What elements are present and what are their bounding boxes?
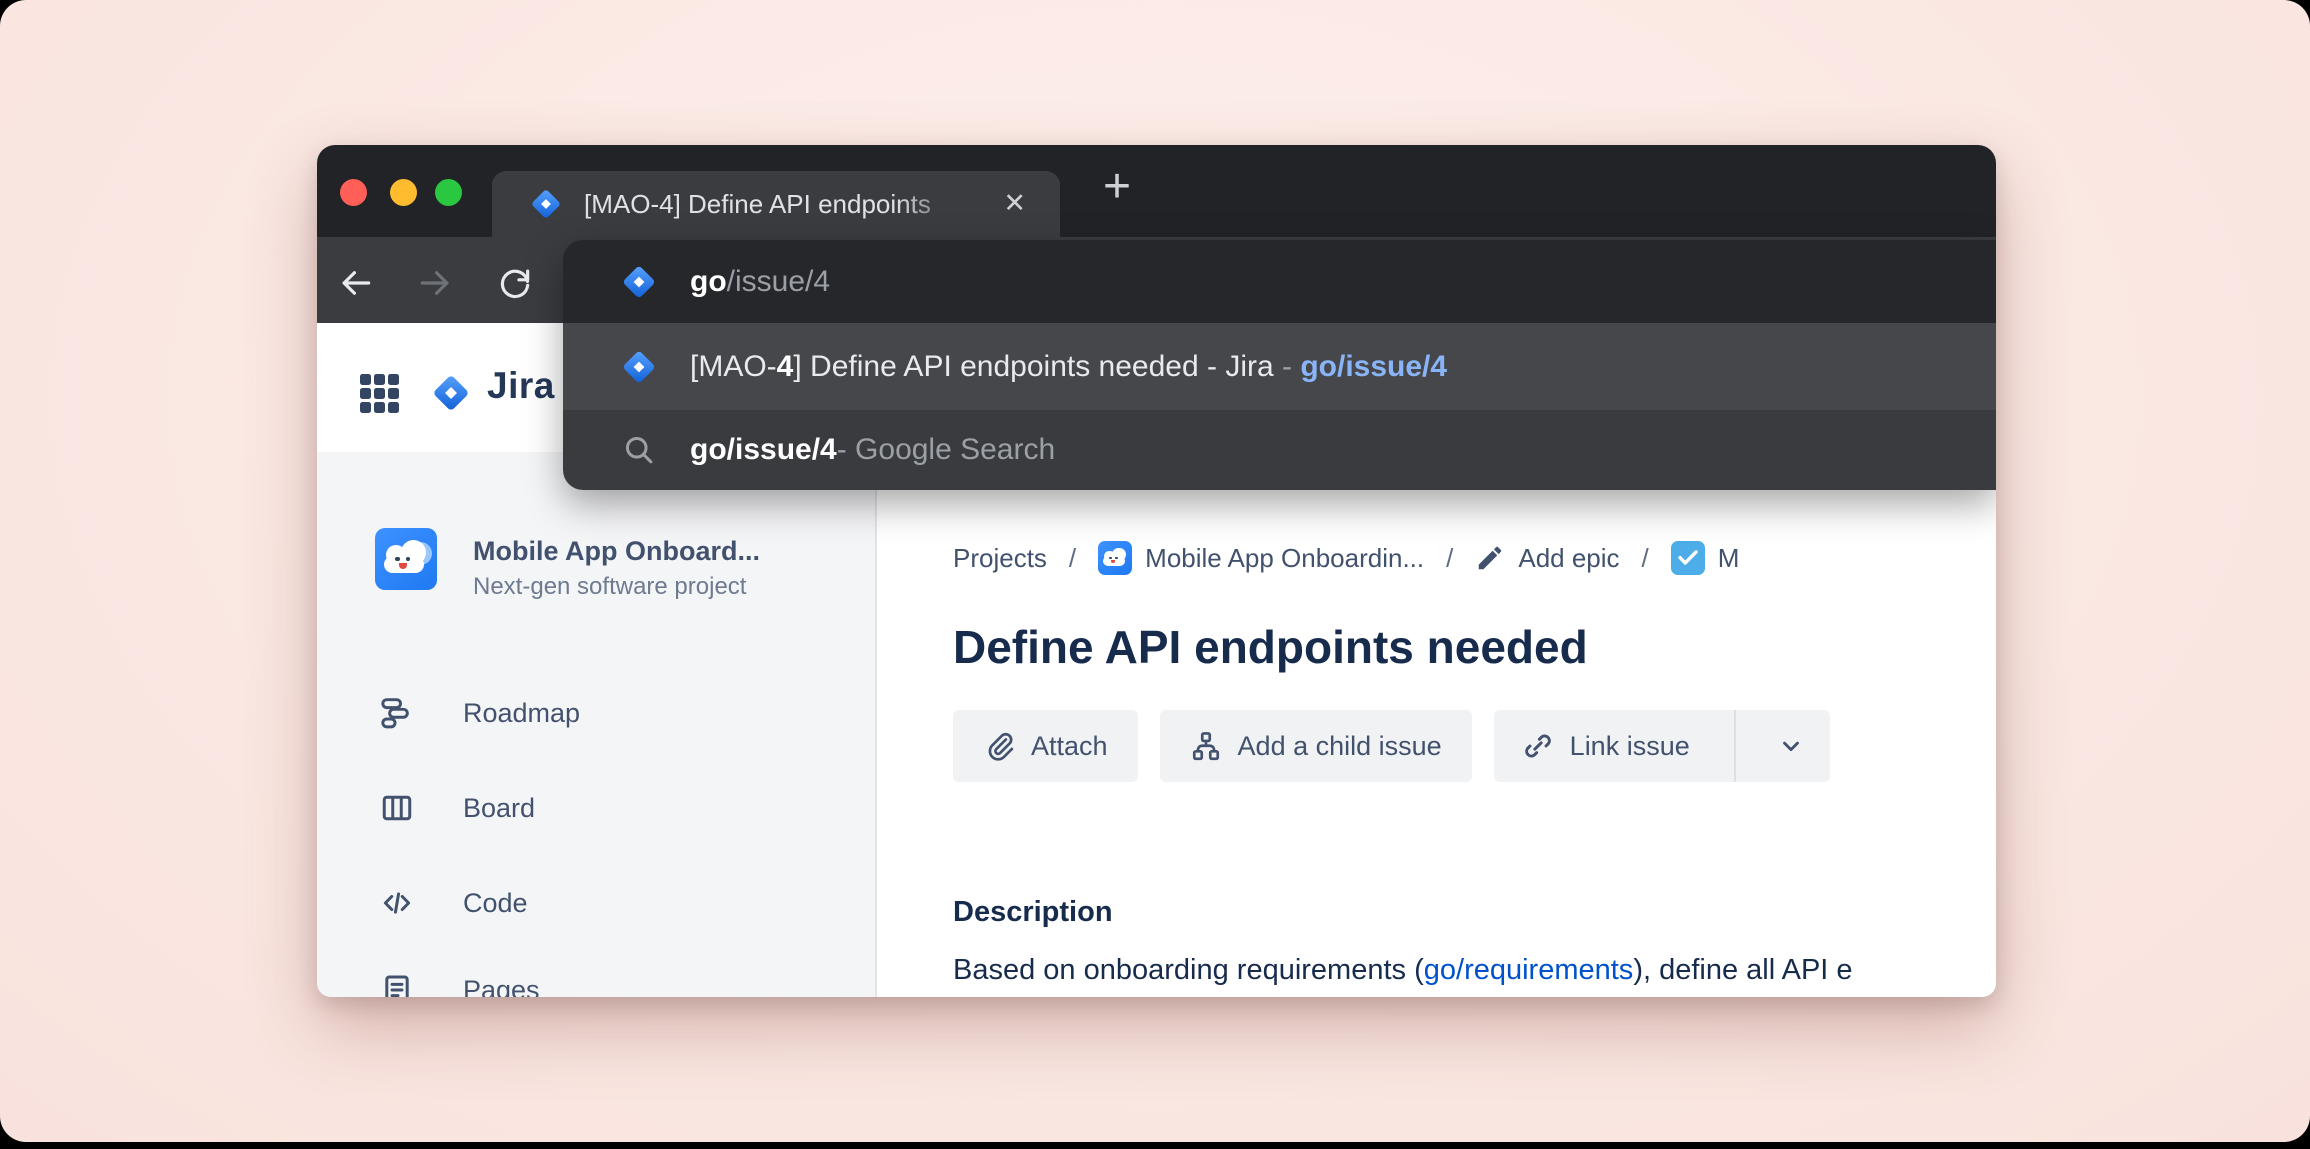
breadcrumb-separator: / — [1068, 542, 1077, 573]
description-text: Based on onboarding requirements (go/req… — [953, 954, 1853, 986]
suggestion-google-search[interactable]: go/issue/4 - Google Search — [563, 410, 1996, 490]
suggestion-jira-issue[interactable]: [MAO- 4] Define API endpoints needed - Ji… — [563, 323, 1996, 410]
browser-tab[interactable]: [MAO-4] Define API endpoints ✕ — [492, 171, 1060, 237]
maximize-window-button[interactable] — [435, 179, 462, 206]
project-name: Mobile App Onboard... — [473, 536, 760, 566]
child-issues-icon — [1190, 730, 1222, 762]
link-issue-button[interactable]: Link issue — [1494, 710, 1718, 782]
breadcrumb: Projects / Mobile App Onboardin... / Add… — [953, 538, 1996, 578]
browser-window: [MAO-4] Define API endpoints ✕ + Jira Mo… — [317, 145, 1996, 997]
jira-logo-wordmark[interactable]: Jira — [487, 323, 555, 452]
breadcrumb-issue-link[interactable]: M — [1670, 541, 1739, 575]
close-window-button[interactable] — [340, 179, 367, 206]
breadcrumb-projects-link[interactable]: Projects — [953, 543, 1047, 574]
jira-logo-icon[interactable] — [429, 371, 473, 415]
link-issue-split-button: Link issue — [1493, 710, 1830, 782]
app-switcher-grid-icon[interactable] — [360, 374, 399, 413]
project-type: Next-gen software project — [473, 573, 747, 600]
roadmap-icon — [380, 696, 414, 730]
minimize-window-button[interactable] — [390, 179, 417, 206]
pink-backdrop: [MAO-4] Define API endpoints ✕ + Jira Mo… — [0, 0, 2310, 1142]
board-icon — [380, 791, 414, 825]
back-icon[interactable] — [337, 264, 375, 302]
tab-close-icon[interactable]: ✕ — [1003, 171, 1026, 237]
titlebar: [MAO-4] Define API endpoints ✕ + — [317, 145, 1996, 237]
pencil-icon — [1475, 541, 1505, 575]
add-child-issue-button[interactable]: Add a child issue — [1159, 710, 1472, 782]
jira-favicon — [528, 186, 564, 222]
issue-action-buttons: Attach Add a child issue Link issue — [953, 710, 1830, 782]
jira-favicon — [619, 347, 659, 387]
issue-main-panel: Projects / Mobile App Onboardin... / Add… — [879, 452, 1996, 997]
issue-title: Define API endpoints needed — [953, 621, 1588, 673]
go-requirements-link[interactable]: go/requirements — [1424, 954, 1634, 986]
task-check-icon — [1670, 541, 1705, 575]
breadcrumb-add-epic-link[interactable]: Add epic — [1475, 541, 1620, 575]
suggestion-jira-text: [MAO- 4] Define API endpoints needed - Ji… — [690, 349, 1448, 383]
paperclip-icon — [983, 730, 1015, 762]
tab-title-fade — [896, 171, 978, 237]
sidebar-item-roadmap[interactable]: Roadmap — [317, 696, 875, 764]
breadcrumb-separator: / — [1641, 542, 1649, 573]
new-tab-button[interactable]: + — [1085, 157, 1149, 221]
attach-button[interactable]: Attach — [953, 710, 1138, 782]
jira-favicon — [619, 262, 659, 302]
sidebar-item-code[interactable]: Code — [317, 886, 875, 954]
reload-icon[interactable] — [496, 264, 534, 302]
project-sidebar: Mobile App Onboard... Next-gen software … — [317, 452, 877, 997]
chevron-down-icon — [1778, 733, 1804, 759]
split-button-divider — [1733, 710, 1736, 782]
omnibox-dropdown: go/issue/4 [MAO- 4] Define API endpoints … — [563, 240, 1996, 490]
code-icon — [380, 886, 414, 920]
project-avatar-cloud-icon — [375, 528, 437, 590]
omnibox-query[interactable]: go/issue/4 — [690, 240, 830, 323]
description-heading: Description — [953, 896, 1113, 928]
more-actions-dropdown-button[interactable] — [1752, 710, 1830, 782]
forward-icon[interactable] — [416, 264, 454, 302]
breadcrumb-project-link[interactable]: Mobile App Onboardin... — [1098, 541, 1424, 575]
link-icon — [1522, 730, 1554, 762]
sidebar-item-pages[interactable]: Pages — [317, 973, 875, 997]
breadcrumb-separator: / — [1446, 542, 1454, 573]
suggestion-search-text: go/issue/4 - Google Search — [690, 433, 1056, 466]
search-icon — [621, 432, 657, 468]
project-avatar-mini-icon — [1098, 541, 1133, 575]
sidebar-item-board[interactable]: Board — [317, 791, 875, 859]
pages-icon — [380, 973, 414, 997]
omnibox-input-row[interactable]: go/issue/4 — [563, 240, 1996, 323]
